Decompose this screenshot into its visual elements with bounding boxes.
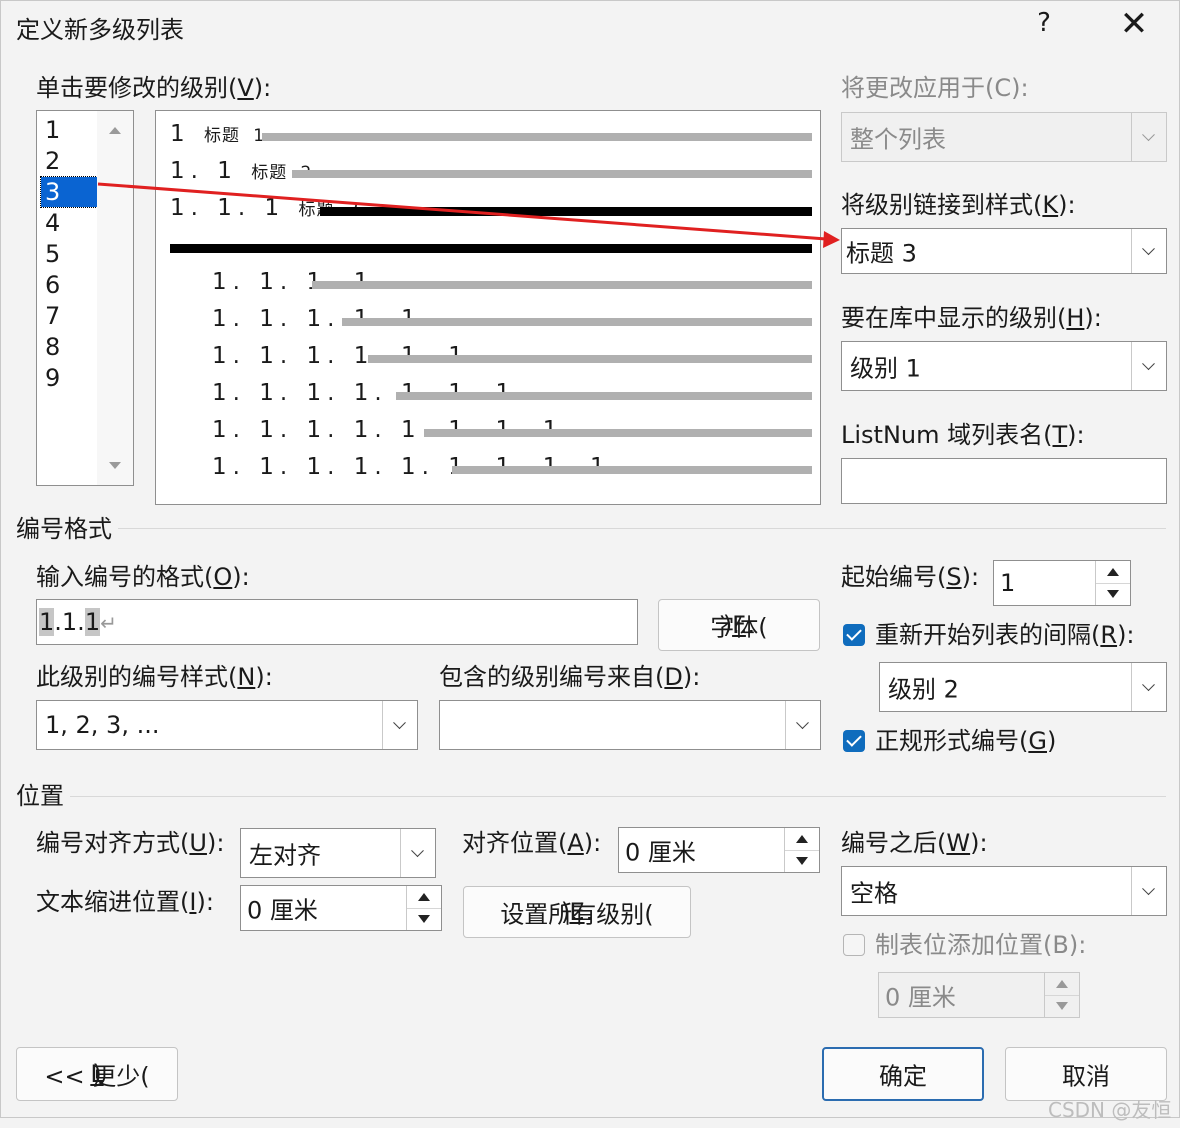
arrow-line <box>97 182 827 241</box>
arrow-head <box>823 231 840 248</box>
annotation-arrow <box>97 182 840 248</box>
watermark: CSDN @友恒 <box>1048 1098 1172 1122</box>
